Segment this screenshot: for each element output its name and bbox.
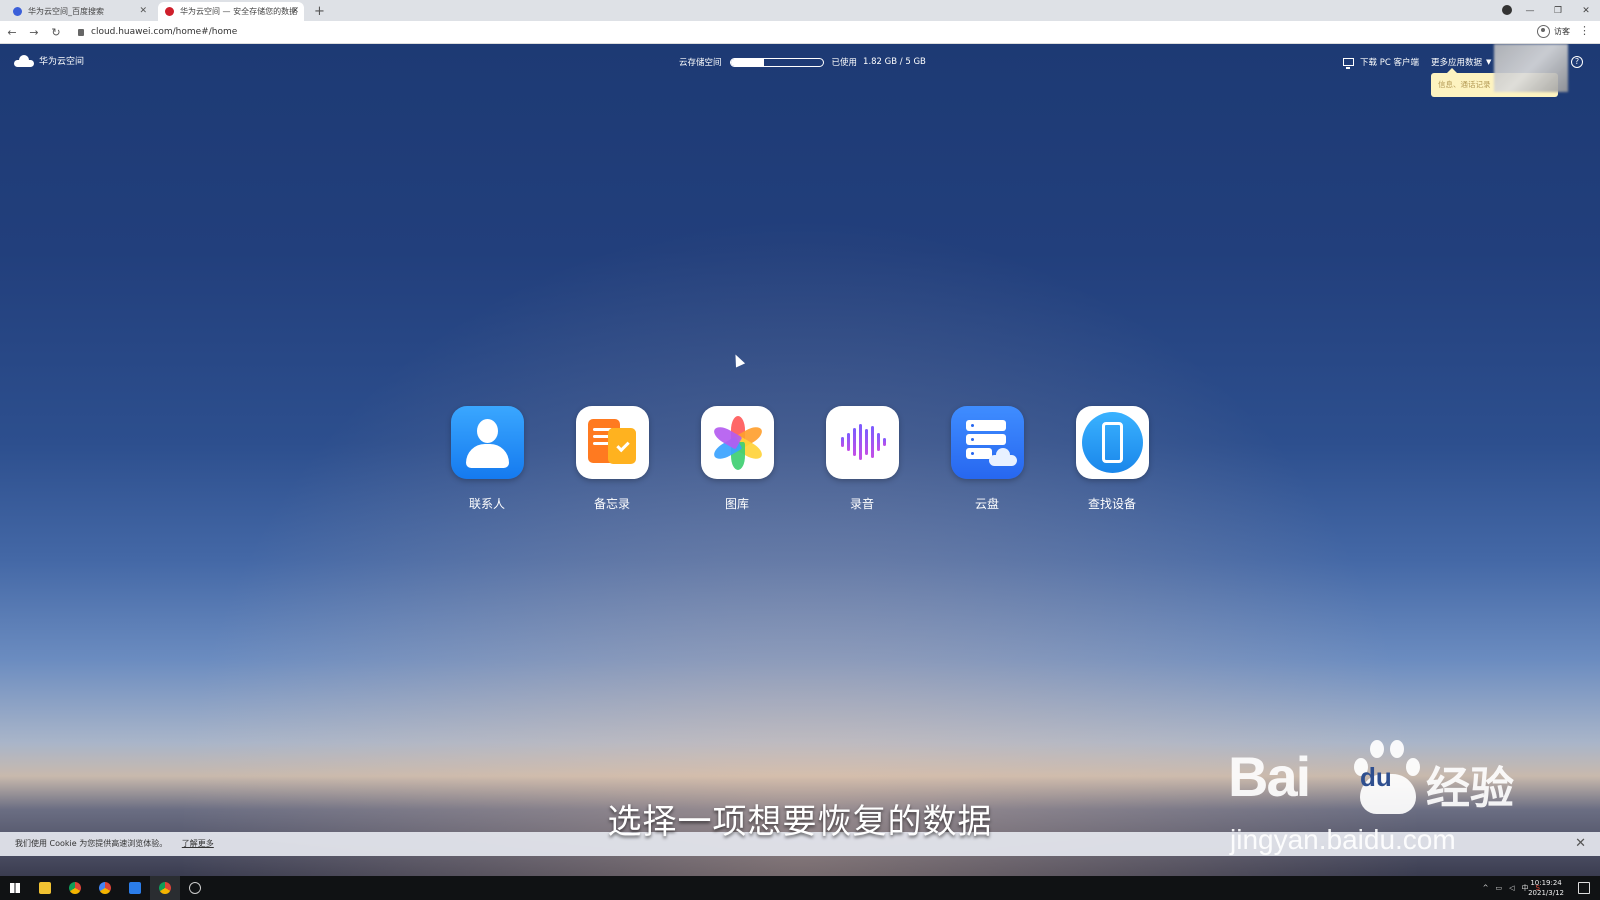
restore-button[interactable]: ❐	[1544, 6, 1572, 16]
app-contacts[interactable]: 联系人	[437, 406, 537, 512]
storage-indicator: 云存储空间 已使用 1.82 GB / 5 GB	[679, 56, 926, 68]
chrome-active-icon[interactable]	[150, 876, 180, 900]
gallery-icon	[700, 406, 774, 479]
network-icon[interactable]: ▭	[1496, 884, 1503, 892]
app-recorder[interactable]: 录音	[812, 406, 912, 512]
contacts-icon	[450, 406, 524, 479]
app-gallery[interactable]: 图库	[687, 406, 787, 512]
app-label: 联系人	[468, 497, 505, 511]
avatar[interactable]	[1494, 44, 1568, 92]
url-field[interactable]: cloud.huawei.com/home#/home	[78, 27, 237, 37]
monitor-icon	[1343, 58, 1354, 69]
window-controls: — ❐ ✕	[1516, 0, 1600, 21]
app-label: 云盘	[974, 497, 999, 511]
cloud-logo-icon	[14, 54, 34, 67]
notification-icon[interactable]	[1578, 882, 1590, 894]
volume-icon[interactable]: ◁	[1509, 884, 1514, 892]
baidu-jingyan-watermark: Bai du 经验 jingyan.baidu.com	[1228, 716, 1528, 856]
tab-title: 华为云空间 — 安全存储您的数据	[180, 7, 298, 16]
address-bar: ← → ↻ cloud.huawei.com/home#/home 访客 ⋮	[0, 21, 1600, 44]
guest-label: 访客	[1554, 27, 1570, 36]
clock-time: 10:19:24	[1530, 879, 1562, 887]
browser-tab-bar: 华为云空间_百度搜索 ✕ 华为云空间 — 安全存储您的数据 ✕ + — ❐ ✕	[0, 0, 1600, 21]
cloud-drive-icon	[950, 406, 1024, 479]
browser-menu-icon[interactable]: ⋮	[1579, 24, 1590, 37]
pc-client-label: 下载 PC 客户端	[1360, 58, 1419, 68]
windows-taskbar: ^ ▭ ◁ 中 S 10:19:24 2021/3/12	[0, 876, 1600, 900]
download-pc-client-link[interactable]: 下载 PC 客户端	[1343, 56, 1419, 69]
storage-progress-bar	[729, 57, 824, 67]
find-device-icon	[1075, 406, 1149, 479]
lock-icon	[78, 28, 84, 36]
reload-icon[interactable]: ↻	[46, 26, 66, 39]
chrome-canary-icon[interactable]	[90, 876, 120, 900]
screen: 华为云空间_百度搜索 ✕ 华为云空间 — 安全存储您的数据 ✕ + — ❐ ✕ …	[0, 0, 1600, 900]
close-window-button[interactable]: ✕	[1572, 6, 1600, 16]
cloud-home-page: 华为云空间 云存储空间 已使用 1.82 GB / 5 GB 下载 PC 客户端…	[0, 44, 1600, 876]
mail-app-icon[interactable]	[120, 876, 150, 900]
watermark-url: jingyan.baidu.com	[1230, 824, 1456, 855]
guest-profile-button[interactable]: 访客	[1537, 25, 1570, 38]
new-tab-button[interactable]: +	[314, 2, 325, 21]
app-find-device[interactable]: 查找设备	[1062, 406, 1162, 512]
person-icon	[1537, 25, 1550, 38]
chevron-down-icon: ▼	[1486, 58, 1492, 66]
storage-used-label: 已使用	[831, 58, 858, 68]
more-data-label: 更多应用数据	[1431, 58, 1483, 68]
notes-icon	[575, 406, 649, 479]
app-notes[interactable]: 备忘录	[562, 406, 662, 512]
brand-name: 华为云空间	[39, 57, 85, 67]
tray-chevron-icon[interactable]: ^	[1483, 884, 1489, 892]
brand-logo[interactable]: 华为云空间	[14, 54, 84, 67]
huawei-favicon-icon	[165, 7, 174, 16]
recorder-icon	[825, 406, 899, 479]
forward-arrow-icon[interactable]: →	[24, 26, 44, 39]
tab-close-icon[interactable]: ✕	[139, 2, 147, 21]
help-icon[interactable]: ?	[1571, 56, 1583, 68]
app-cloud-drive[interactable]: 云盘	[937, 406, 1037, 512]
app-label: 备忘录	[593, 497, 630, 511]
watermark-du-text: du	[1360, 762, 1392, 792]
cloud-top-bar: 华为云空间 云存储空间 已使用 1.82 GB / 5 GB 下载 PC 客户端…	[0, 44, 1600, 92]
more-app-data-dropdown[interactable]: 更多应用数据 ▼	[1431, 56, 1491, 68]
clock-app-icon[interactable]	[180, 876, 210, 900]
watermark-jingyan-text: 经验	[1426, 763, 1514, 814]
taskbar-clock[interactable]: 10:19:24 2021/3/12	[1528, 878, 1564, 898]
browser-tab-baidu-search[interactable]: 华为云空间_百度搜索 ✕	[6, 2, 152, 21]
baidu-favicon-icon	[13, 7, 22, 16]
tab-title: 华为云空间_百度搜索	[28, 7, 104, 16]
tab-close-icon[interactable]: ✕	[291, 2, 299, 21]
storage-label: 云存储空间	[679, 58, 722, 68]
windows-start-icon[interactable]	[0, 876, 30, 900]
minimize-button[interactable]: —	[1516, 6, 1544, 16]
url-text: cloud.huawei.com/home#/home	[91, 27, 238, 37]
app-label: 录音	[849, 497, 874, 511]
clock-date: 2021/3/12	[1528, 889, 1564, 897]
browser-tab-huawei-cloud[interactable]: 华为云空间 — 安全存储您的数据 ✕	[158, 2, 304, 21]
watermark-bai-text: Bai	[1228, 745, 1311, 808]
mouse-cursor-icon	[730, 352, 746, 368]
storage-progress-fill	[730, 58, 764, 66]
back-arrow-icon[interactable]: ←	[2, 26, 22, 39]
app-label: 查找设备	[1087, 497, 1136, 511]
app-label: 图库	[724, 497, 749, 511]
file-explorer-icon[interactable]	[30, 876, 60, 900]
browser-profile-icon[interactable]	[1502, 5, 1512, 15]
chrome-icon[interactable]	[60, 876, 90, 900]
storage-used-amount: 1.82 GB / 5 GB	[863, 57, 926, 67]
app-grid: 联系人 备忘录 图库 录音 云盘 查找设备	[0, 406, 1600, 516]
